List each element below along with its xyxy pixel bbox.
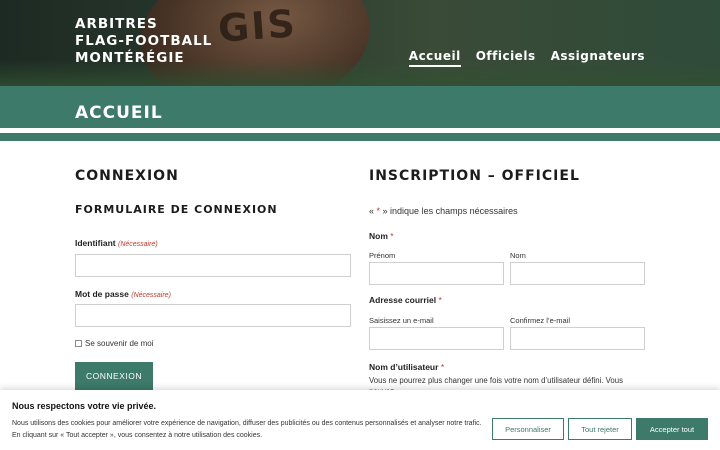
cookie-text-line-2: En cliquant sur « Tout accepter », vous … xyxy=(12,432,263,439)
email-enter-sublabel: Saisissez un e-mail xyxy=(369,316,434,325)
first-name-sublabel: Prénom xyxy=(369,251,396,260)
username-input[interactable] xyxy=(75,254,351,277)
remember-me[interactable]: Se souvenir de moi xyxy=(75,339,153,348)
brand-line-2: FLAG-FOOTBALL xyxy=(75,33,213,49)
name-label-text: Nom xyxy=(369,231,388,241)
cookie-text: Nous utilisons des cookies pour améliore… xyxy=(12,418,492,442)
last-name-input[interactable] xyxy=(510,262,645,285)
required-asterisk: * xyxy=(390,231,394,241)
nav-item-officiels[interactable]: Officiels xyxy=(476,49,536,67)
last-name-sublabel: Nom xyxy=(510,251,526,260)
password-input[interactable] xyxy=(75,304,351,327)
password-label: Mot de passe (Nécessaire) xyxy=(75,289,171,299)
page-title: ACCUEIL xyxy=(75,103,163,123)
cookie-accept-button[interactable]: Accepter tout xyxy=(636,418,708,440)
cookie-text-line-1: Nous utilisons des cookies pour améliore… xyxy=(12,420,482,427)
brand-line-1: ARBITRES xyxy=(75,16,158,32)
register-username-label: Nom d’utilisateur * xyxy=(369,362,444,372)
email-confirm-sublabel: Confirmez l’e-mail xyxy=(510,316,571,325)
email-label: Adresse courriel * xyxy=(369,295,442,305)
login-title: CONNEXION xyxy=(75,168,179,184)
required-fields-note: « * » indique les champs nécessaires xyxy=(369,206,518,216)
login-button[interactable]: CONNEXION xyxy=(75,362,153,390)
register-username-label-text: Nom d’utilisateur xyxy=(369,362,439,372)
email-label-text: Adresse courriel xyxy=(369,295,437,305)
main-nav: Accueil Officiels Assignateurs xyxy=(408,49,645,67)
nav-item-accueil[interactable]: Accueil xyxy=(408,49,461,67)
email-confirm-input[interactable] xyxy=(510,327,645,350)
username-label: Identifiant (Nécessaire) xyxy=(75,238,158,248)
required-asterisk: * xyxy=(438,295,442,305)
brand-line-3: MONTÉRÉGIE xyxy=(75,50,185,66)
note-suffix: » indique les champs nécessaires xyxy=(380,206,518,216)
required-tag: (Nécessaire) xyxy=(131,292,171,299)
ball-logo-text: GIS xyxy=(216,1,299,51)
page-title-band: ACCUEIL xyxy=(0,86,720,128)
cookie-reject-button[interactable]: Tout rejeter xyxy=(568,418,632,440)
first-name-input[interactable] xyxy=(369,262,504,285)
required-asterisk: * xyxy=(440,362,445,372)
login-form-title: FORMULAIRE DE CONNEXION xyxy=(75,203,278,216)
remember-checkbox[interactable] xyxy=(75,340,82,347)
nav-item-assignateurs[interactable]: Assignateurs xyxy=(551,49,645,67)
name-label: Nom * xyxy=(369,231,394,241)
username-label-text: Identifiant xyxy=(75,238,116,248)
cookie-customize-button[interactable]: Personnaliser xyxy=(492,418,564,440)
remember-label: Se souvenir de moi xyxy=(85,339,154,348)
accent-stripe xyxy=(0,133,720,141)
cookie-title: Nous respectons votre vie privée. xyxy=(12,401,157,411)
email-input[interactable] xyxy=(369,327,504,350)
hero-banner: GIS ARBITRES FLAG-FOOTBALL MONTÉRÉGIE Ac… xyxy=(0,0,720,86)
cookie-consent-bar: Nous respectons votre vie privée. Nous u… xyxy=(0,390,720,450)
note-prefix: « xyxy=(369,206,377,216)
password-label-text: Mot de passe xyxy=(75,289,129,299)
required-tag: (Nécessaire) xyxy=(117,241,158,248)
register-title: INSCRIPTION – OFFICIEL xyxy=(369,168,580,184)
site-brand[interactable]: ARBITRES FLAG-FOOTBALL MONTÉRÉGIE xyxy=(75,16,212,67)
